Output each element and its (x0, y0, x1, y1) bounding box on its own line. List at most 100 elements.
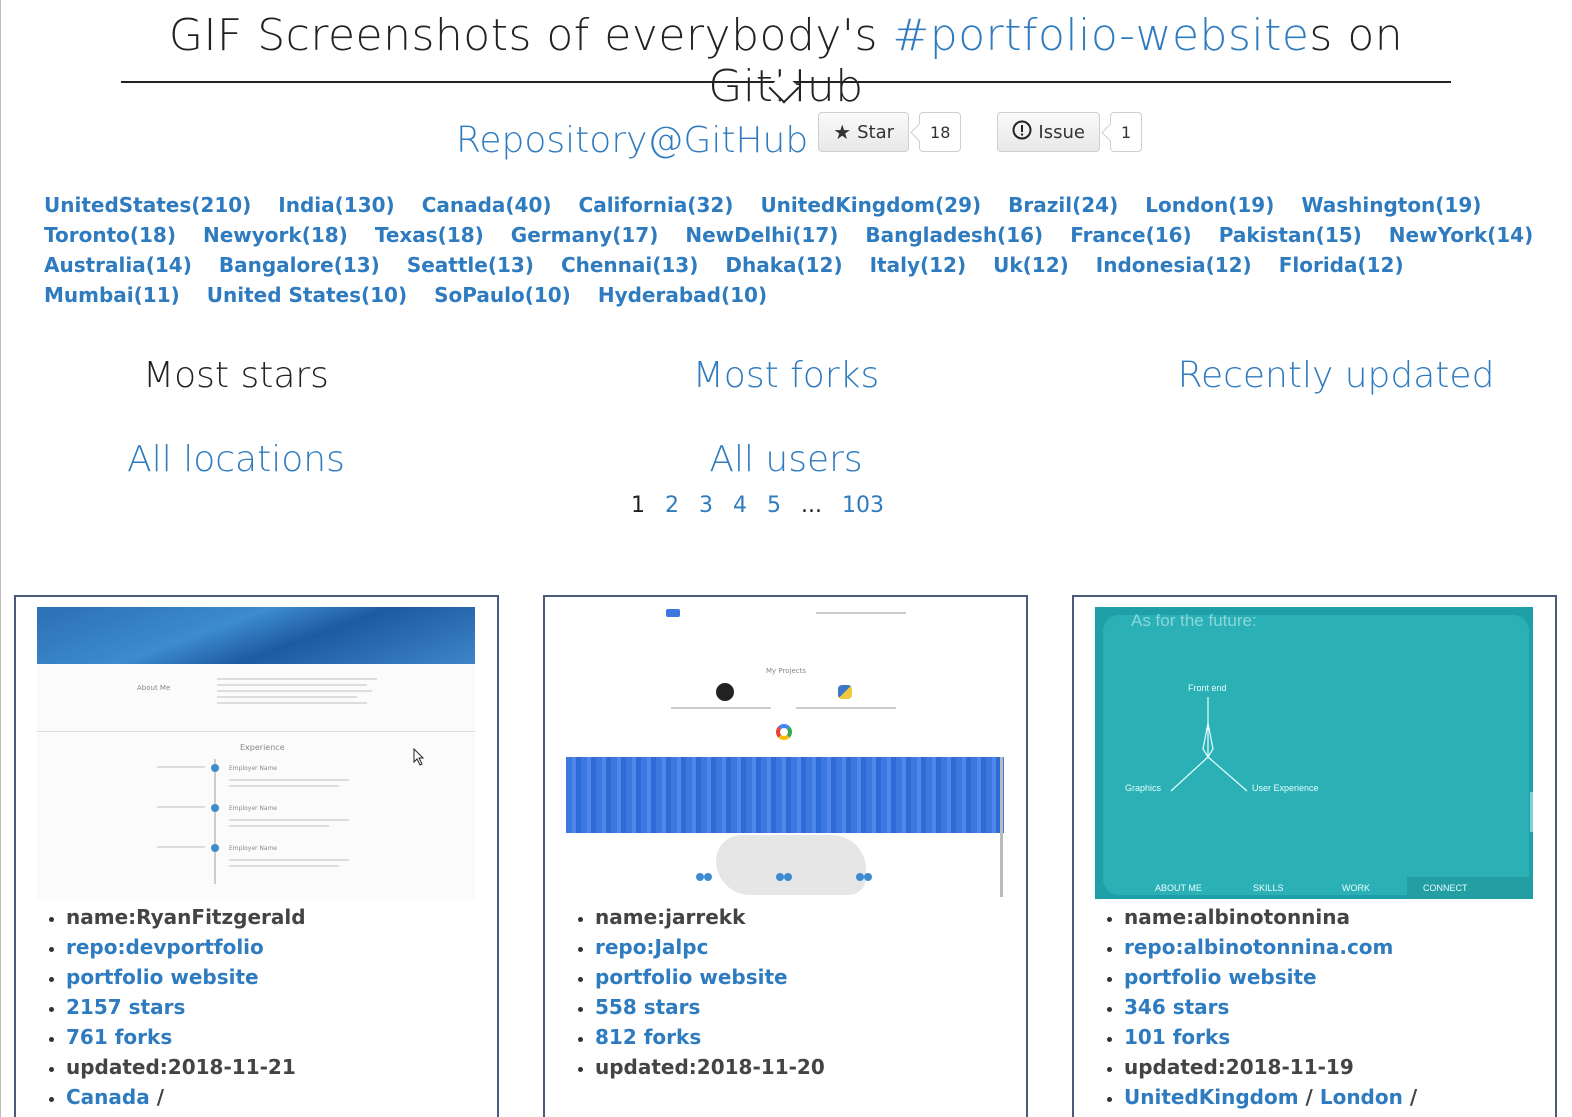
card-repo-link[interactable]: repo:albinotonnina.com (1124, 935, 1393, 959)
title-hashtag-link[interactable]: #portfolio-website (892, 10, 1309, 61)
location-link[interactable]: NewYork(14) (1389, 223, 1533, 247)
card-details: name:jarrekk repo:Jalpc portfolio websit… (567, 902, 825, 1082)
portfolio-screenshot[interactable]: As for the future: Front end Graphics Us… (1095, 607, 1533, 899)
shot-projects-label: My Projects (766, 667, 807, 675)
card-repo-link[interactable]: repo:devportfolio (66, 935, 264, 959)
repo-toolbar: Repository@GitHub ★ Star 18 Issue 1 (456, 112, 1143, 161)
screenshot-banner (37, 607, 475, 664)
location-filter-list: UnitedStates(210) India(130) Canada(40) Cal… (44, 193, 1544, 307)
issue-count[interactable]: 1 (1109, 112, 1143, 152)
location-link[interactable]: Italy(12) (870, 253, 967, 277)
location-link[interactable]: Newyork(18) (203, 223, 348, 247)
card-forks-link[interactable]: 761 forks (66, 1025, 172, 1049)
location-link[interactable]: Australia(14) (44, 253, 192, 277)
issue-button[interactable]: Issue (997, 112, 1100, 152)
location-link[interactable]: UnitedKingdom(29) (760, 193, 981, 217)
location-link[interactable]: Florida(12) (1279, 253, 1404, 277)
card-forks-link[interactable]: 812 forks (595, 1025, 701, 1049)
shot-skill-frontend: Front end (1188, 683, 1227, 693)
shot-employer-label: Employer Name (229, 805, 278, 812)
python-logo-icon (838, 685, 852, 699)
portfolio-card: My Projects name:jarrekk repo:Jalpc port… (543, 595, 1028, 1117)
location-link[interactable]: Washington(19) (1301, 193, 1481, 217)
page-ellipsis: ... (801, 493, 822, 518)
location-link[interactable]: Bangalore(13) (219, 253, 380, 277)
page-link[interactable]: 4 (733, 493, 747, 518)
location-link[interactable]: Dhaka(12) (725, 253, 842, 277)
sort-most-stars[interactable]: Most stars (121, 355, 351, 396)
portfolio-card: As for the future: Front end Graphics Us… (1072, 595, 1557, 1117)
card-location-separator: / (1298, 1085, 1320, 1109)
card-stars-link[interactable]: 2157 stars (66, 995, 185, 1019)
pagination: 1 2 3 4 5 ... 103 (631, 493, 904, 518)
shot-employer-label: Employer Name (229, 845, 278, 852)
screenshot-banner (566, 757, 1004, 833)
sort-recently-updated[interactable]: Recently updated (1161, 355, 1511, 396)
card-location-link[interactable]: London (1320, 1085, 1403, 1109)
location-link[interactable]: California(32) (579, 193, 734, 217)
shot-skill-graphics: Graphics (1125, 783, 1162, 793)
location-link[interactable]: Uk(12) (993, 253, 1069, 277)
portfolio-card: About Me Experience Employer Name Employ… (14, 595, 499, 1117)
github-logo-icon (716, 683, 734, 701)
location-link[interactable]: India(130) (278, 193, 394, 217)
card-user: name:albinotonnina (1124, 902, 1417, 932)
location-link[interactable]: Brazil(24) (1008, 193, 1118, 217)
location-link[interactable]: Mumbai(11) (44, 283, 180, 307)
star-count[interactable]: 18 (919, 112, 962, 152)
page-link[interactable]: 2 (665, 493, 679, 518)
card-repo-link[interactable]: repo:Jalpc (595, 935, 708, 959)
card-location-separator: / (1402, 1085, 1418, 1109)
google-logo-icon (776, 724, 792, 740)
card-location-link[interactable]: Canada (66, 1085, 150, 1109)
star-icon: ★ (833, 120, 852, 144)
card-location-link[interactable]: UnitedKingdom (1124, 1085, 1299, 1109)
card-type-link[interactable]: portfolio website (1124, 965, 1317, 989)
screenshot-body: About Me Experience Employer Name Employ… (37, 664, 475, 899)
filter-all-users[interactable]: All users (671, 439, 901, 480)
cursor-icon (413, 747, 425, 770)
card-details: name:albinotonnina repo:albinotonnina.co… (1096, 902, 1417, 1112)
title-text-before: GIF Screenshots of everybody's (168, 10, 893, 61)
portfolio-screenshot[interactable]: About Me Experience Employer Name Employ… (37, 607, 475, 899)
card-type-link[interactable]: portfolio website (66, 965, 259, 989)
location-link[interactable]: Seattle(13) (407, 253, 534, 277)
location-link[interactable]: Canada(40) (422, 193, 552, 217)
shot-nav-item: WORK (1342, 883, 1370, 893)
filter-all-locations[interactable]: All locations (111, 439, 361, 480)
location-link[interactable]: United States(10) (207, 283, 407, 307)
location-link[interactable]: Pakistan(15) (1219, 223, 1362, 247)
card-type-link[interactable]: portfolio website (595, 965, 788, 989)
location-link[interactable]: NewDelhi(17) (685, 223, 838, 247)
card-forks-link[interactable]: 101 forks (1124, 1025, 1230, 1049)
location-link[interactable]: UnitedStates(210) (44, 193, 251, 217)
card-user: name:jarrekk (595, 902, 825, 932)
location-link[interactable]: France(16) (1070, 223, 1192, 247)
page-link-last[interactable]: 103 (842, 493, 884, 518)
card-updated: updated:2018-11-19 (1124, 1052, 1417, 1082)
location-link[interactable]: Chennai(13) (561, 253, 698, 277)
world-map (716, 835, 866, 895)
repository-link[interactable]: Repository@GitHub (456, 120, 808, 161)
location-link[interactable]: London(19) (1145, 193, 1274, 217)
sort-most-forks[interactable]: Most forks (671, 355, 901, 396)
card-stars-link[interactable]: 558 stars (595, 995, 700, 1019)
portfolio-screenshot[interactable]: My Projects (566, 607, 1004, 899)
location-link[interactable]: Indonesia(12) (1096, 253, 1252, 277)
location-link[interactable]: Bangladesh(16) (865, 223, 1043, 247)
card-user: name:RyanFitzgerald (66, 902, 306, 932)
page-link[interactable]: 5 (767, 493, 781, 518)
location-link[interactable]: Texas(18) (375, 223, 484, 247)
star-button[interactable]: ★ Star (818, 112, 910, 152)
location-link[interactable]: Germany(17) (511, 223, 659, 247)
skills-radar (1170, 697, 1248, 792)
location-link[interactable]: Toronto(18) (44, 223, 176, 247)
location-link[interactable]: SoPaulo(10) (434, 283, 571, 307)
shot-nav-item: SKILLS (1253, 883, 1284, 893)
card-stars-link[interactable]: 346 stars (1124, 995, 1229, 1019)
issue-label: Issue (1038, 121, 1085, 143)
location-link[interactable]: Hyderabad(10) (598, 283, 767, 307)
shot-nav-item: ABOUT ME (1155, 883, 1202, 893)
shot-heading: As for the future: (1131, 611, 1257, 630)
page-link[interactable]: 3 (699, 493, 713, 518)
